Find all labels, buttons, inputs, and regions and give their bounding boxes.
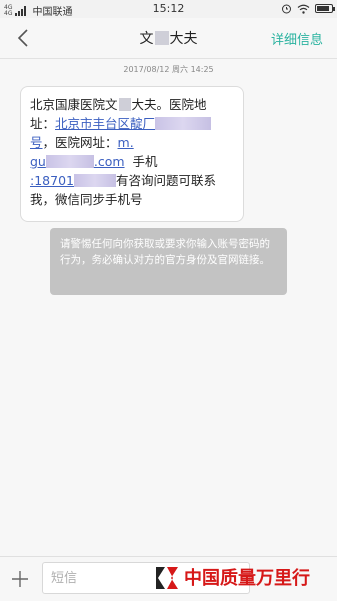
website-link[interactable]: m. (118, 135, 134, 150)
details-button[interactable]: 详细信息 (271, 29, 323, 48)
message-text: 址： (30, 116, 56, 131)
message-text: 有咨询问题可联系 (115, 173, 216, 188)
message-line: :18701 有咨询问题可联系 (30, 171, 234, 190)
address-link[interactable]: 北京市丰台区靛厂 (55, 116, 155, 131)
contact-name-prefix: 文 (139, 31, 154, 47)
message-line: gu .com 手机 (30, 152, 234, 171)
wifi-icon (297, 4, 310, 14)
message-timestamp: 2017/08/12 周六 14:25 (123, 65, 214, 74)
plus-icon (12, 571, 28, 587)
redaction-blur (45, 155, 94, 168)
battery-level (317, 6, 329, 11)
message-text: ，医院网址： (42, 135, 118, 150)
battery-icon (315, 4, 335, 13)
status-bar: 4G 4G 中国联通 15:12 (0, 0, 337, 18)
address-link[interactable]: 号 (30, 135, 43, 150)
redaction-blur (73, 174, 116, 187)
watermark-logo-icon (156, 567, 178, 589)
redaction-mask (118, 98, 131, 111)
security-warning: 请警惕任何向你获取或要求你输入账号密码的行为，务必确认对方的官方身份及官网链接。 (50, 228, 287, 295)
message-text: 手机 (132, 154, 158, 169)
watermark: 中国质量万里行 (152, 557, 337, 601)
compose-bar: 中国质量万里行 (0, 556, 337, 601)
incoming-message-bubble[interactable]: 北京国康医院文 大夫。医院地 址：北京市丰台区靛厂 号，医院网址：m. gu .co… (20, 86, 244, 222)
message-line: 号，医院网址：m. (30, 133, 234, 152)
watermark-text: 中国质量万里行 (184, 568, 310, 589)
message-text: 北京国康医院文 (30, 97, 118, 112)
phone-link[interactable]: :18701 (30, 173, 74, 188)
website-link[interactable]: .com (94, 154, 125, 169)
contact-name-suffix: 大夫 (169, 31, 198, 47)
message-line: 址：北京市丰台区靛厂 (30, 114, 234, 133)
website-link[interactable]: gu (30, 154, 46, 169)
attach-button[interactable] (8, 567, 32, 591)
redaction-blur (155, 117, 212, 130)
conversation-header: 文大夫 详细信息 (0, 18, 337, 59)
message-line: 我，微信同步手机号 (30, 192, 143, 207)
status-right (281, 3, 335, 14)
alarm-clock-icon (282, 4, 291, 14)
message-text: 大夫。医院地 (131, 97, 207, 112)
message-line: 北京国康医院文 大夫。医院地 (30, 95, 234, 114)
redaction-mask (154, 31, 169, 45)
